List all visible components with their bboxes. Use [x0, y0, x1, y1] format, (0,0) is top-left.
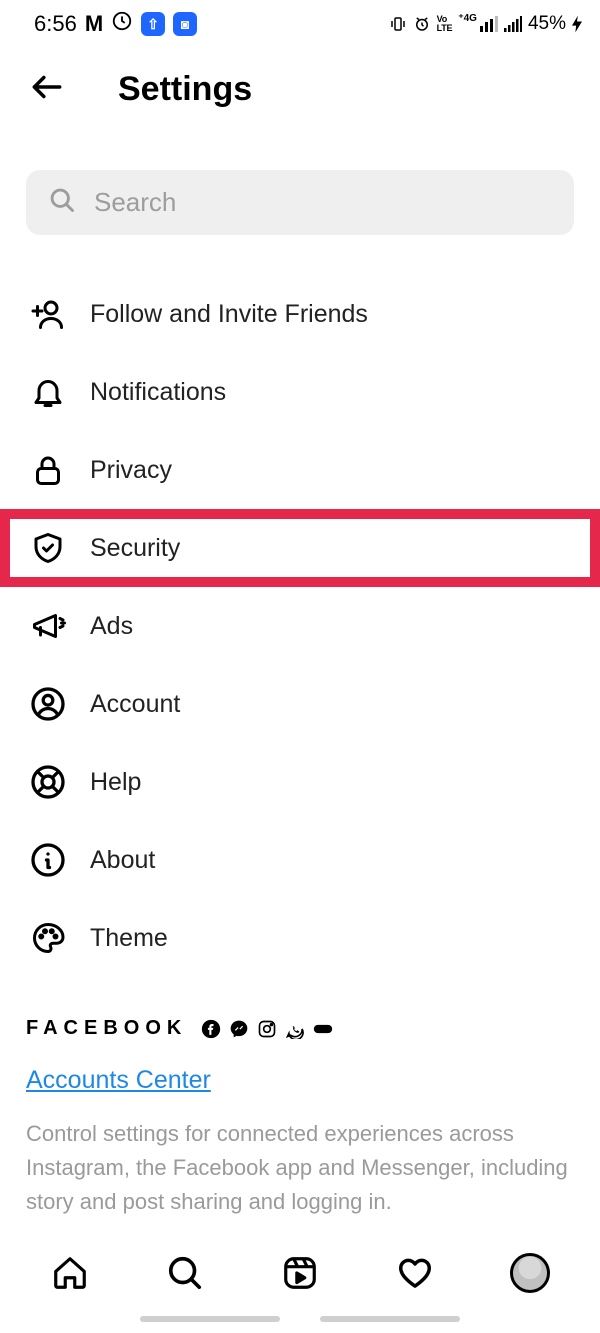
app-icon-2: ◙: [173, 12, 197, 36]
gmail-icon: M: [85, 11, 103, 37]
alarm-icon: [413, 15, 431, 33]
signal-icon: [504, 16, 522, 32]
clock: 6:56: [34, 11, 77, 37]
shield-check-icon: [30, 530, 66, 566]
battery-text: 45%: [528, 13, 566, 35]
app-header: Settings: [0, 48, 600, 130]
avatar-icon: [510, 1253, 550, 1293]
oculus-icon: [313, 1019, 333, 1039]
instagram-icon: [257, 1019, 277, 1039]
megaphone-icon: [30, 608, 66, 644]
menu-item-label: Privacy: [90, 456, 172, 485]
facebook-icon: [201, 1019, 221, 1039]
facebook-brand-row: FACEBOOK: [26, 1017, 574, 1040]
nav-reels[interactable]: [278, 1251, 322, 1295]
lock-icon: [30, 452, 66, 488]
menu-item-help[interactable]: Help: [0, 743, 600, 821]
menu-item-label: Notifications: [90, 378, 226, 407]
menu-item-about[interactable]: About: [0, 821, 600, 899]
search-input[interactable]: [94, 187, 552, 218]
nav-activity[interactable]: [393, 1251, 437, 1295]
brand-icons: [201, 1019, 333, 1039]
menu-item-label: Ads: [90, 612, 133, 641]
screen: { "statusbar": { "time": "6:56", "batter…: [0, 0, 600, 1333]
status-bar: 6:56 M ⇧ ◙ VoLTE ⁺4G 45%: [0, 0, 600, 48]
facebook-wordmark: FACEBOOK: [26, 1017, 187, 1040]
menu-item-notifications[interactable]: Notifications: [0, 353, 600, 431]
signal-4g-icon: ⁺4G: [458, 16, 498, 32]
menu-item-follow-invite[interactable]: Follow and Invite Friends: [0, 275, 600, 353]
status-bar-left: 6:56 M ⇧ ◙: [34, 10, 197, 38]
nav-profile[interactable]: [508, 1251, 552, 1295]
nav-home[interactable]: [48, 1251, 92, 1295]
accounts-center-description: Control settings for connected experienc…: [26, 1117, 574, 1219]
menu-item-account[interactable]: Account: [0, 665, 600, 743]
menu-item-label: Follow and Invite Friends: [90, 300, 368, 329]
search-bar[interactable]: [26, 170, 574, 235]
status-bar-right: VoLTE ⁺4G 45%: [389, 13, 582, 35]
menu-item-label: Help: [90, 768, 141, 797]
menu-item-theme[interactable]: Theme: [0, 899, 600, 977]
bottom-navigation: [0, 1235, 600, 1333]
person-add-icon: [30, 296, 66, 332]
vibrate-icon: [389, 15, 407, 33]
menu-item-label: Theme: [90, 924, 168, 953]
whatsapp-icon: [111, 10, 133, 38]
menu-item-label: Account: [90, 690, 180, 719]
menu-item-ads[interactable]: Ads: [0, 587, 600, 665]
palette-icon: [30, 920, 66, 956]
accounts-center-link[interactable]: Accounts Center: [26, 1066, 211, 1095]
menu-item-label: About: [90, 846, 155, 875]
search-icon: [48, 186, 76, 219]
android-nav-handle: [0, 1311, 600, 1327]
messenger-icon: [229, 1019, 249, 1039]
info-icon: [30, 842, 66, 878]
search-container: [0, 130, 600, 235]
whatsapp-brand-icon: [285, 1019, 305, 1039]
back-button[interactable]: [28, 68, 66, 111]
menu-item-privacy[interactable]: Privacy: [0, 431, 600, 509]
charging-icon: [572, 15, 582, 33]
menu-item-security[interactable]: Security: [0, 509, 600, 587]
account-icon: [30, 686, 66, 722]
nav-search[interactable]: [163, 1251, 207, 1295]
page-title: Settings: [118, 70, 252, 109]
facebook-section: FACEBOOK Accounts Center Control setting…: [0, 977, 600, 1239]
bell-icon: [30, 374, 66, 410]
menu-item-label: Security: [90, 534, 180, 563]
app-icon-1: ⇧: [141, 12, 165, 36]
settings-menu: Follow and Invite Friends Notifications …: [0, 235, 600, 977]
lifebuoy-icon: [30, 764, 66, 800]
volte-icon: VoLTE: [437, 15, 453, 33]
